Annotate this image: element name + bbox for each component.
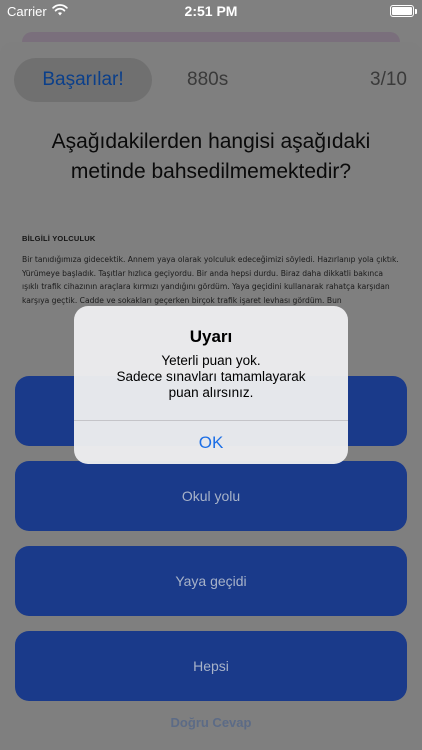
battery-icon (390, 5, 417, 17)
alert-message-line: Yeterli puan yok. (161, 353, 261, 368)
answer-button-4[interactable]: Hepsi (15, 631, 407, 701)
status-bar: Carrier 2:51 PM (0, 0, 422, 24)
status-time: 2:51 PM (184, 3, 238, 19)
passage: BİLGİLİ YOLCULUK Bir tanıdığımıza gidece… (22, 234, 402, 307)
correct-answer-link[interactable]: Doğru Cevap (0, 715, 422, 730)
question-progress: 3/10 (370, 69, 407, 90)
alert-message-line: puan alırsınız. (168, 385, 254, 400)
quiz-header: Başarılar! 880s 3/10 (0, 58, 422, 102)
alert-title: Uyarı (189, 327, 233, 346)
passage-text: Bir tanıdığımıza gidecektik. Annem yaya … (22, 255, 399, 305)
answer-button-2[interactable]: Okul yolu (15, 461, 407, 531)
achievements-button[interactable]: Başarılar! (14, 58, 152, 102)
answer-button-3[interactable]: Yaya geçidi (15, 546, 407, 616)
alert-message-line: Sadece sınavları tamamlayarak (116, 369, 306, 384)
alert-dialog: Uyarı Yeterli puan yok. Sadece sınavları… (74, 306, 348, 464)
question-text: Aşağıdakilerden hangisi aşağıdaki metind… (51, 130, 371, 183)
alert-message: Yeterli puan yok. Sadece sınavları tamam… (90, 353, 332, 401)
alert-ok-button[interactable]: OK (74, 421, 348, 464)
timer-label: 880s (187, 69, 229, 90)
passage-title: BİLGİLİ YOLCULUK (22, 234, 96, 243)
